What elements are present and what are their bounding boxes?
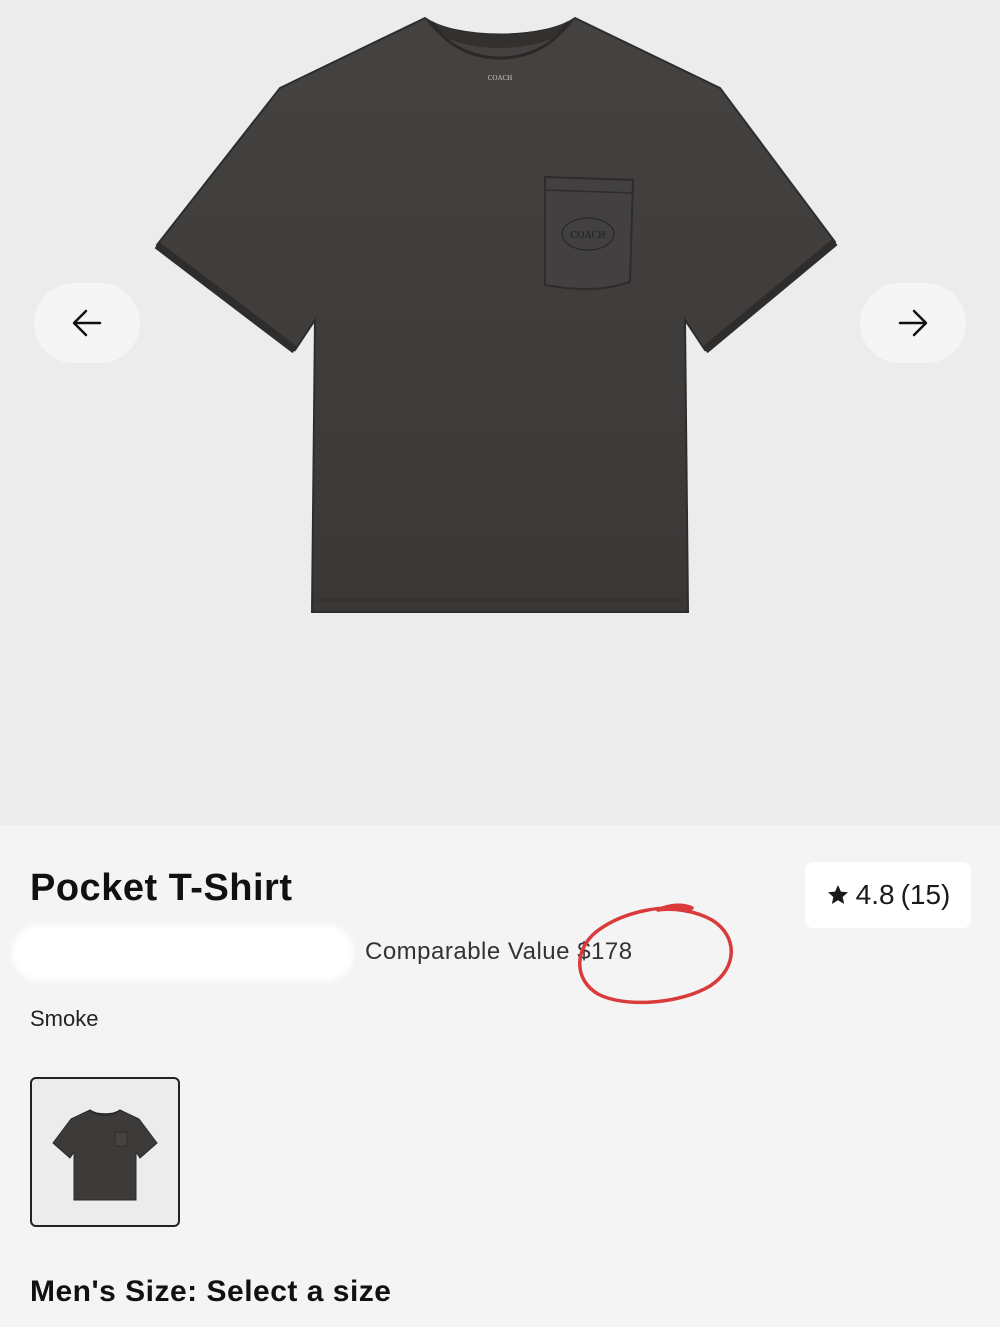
star-icon: [827, 885, 848, 904]
size-label-value: Select a size: [206, 1275, 392, 1308]
swatch-shirt-thumbnail: [52, 1109, 158, 1201]
color-swatch-smoke[interactable]: [30, 1077, 180, 1227]
product-main-image: COACH COACH: [154, 16, 838, 613]
arrow-left-icon: [72, 309, 102, 337]
rating-badge[interactable]: 4.8 (15): [805, 862, 971, 928]
product-title: Pocket T-Shirt: [30, 867, 293, 909]
selected-color-name: Smoke: [30, 1006, 99, 1031]
comparable-value: Comparable Value $178: [365, 938, 633, 966]
arrow-right-icon: [898, 309, 928, 337]
pocket-logo-text: COACH: [570, 230, 605, 241]
product-image-gallery: COACH COACH: [0, 0, 1000, 825]
next-image-button[interactable]: [860, 283, 966, 363]
redacted-price-area: [12, 925, 354, 981]
product-info: Pocket T-Shirt 4.8 (15) Comparable Value…: [0, 825, 1000, 1327]
rating-count: (15): [900, 879, 951, 910]
neck-logo-text: COACH: [488, 74, 513, 82]
size-selector-label: Men's Size: Select a size: [30, 1275, 391, 1309]
comparable-value-price: $178: [577, 938, 633, 965]
size-label-prefix: Men's Size:: [30, 1275, 198, 1308]
previous-image-button[interactable]: [34, 283, 140, 363]
comparable-value-label: Comparable Value: [365, 938, 571, 965]
rating-value: 4.8: [855, 879, 895, 910]
